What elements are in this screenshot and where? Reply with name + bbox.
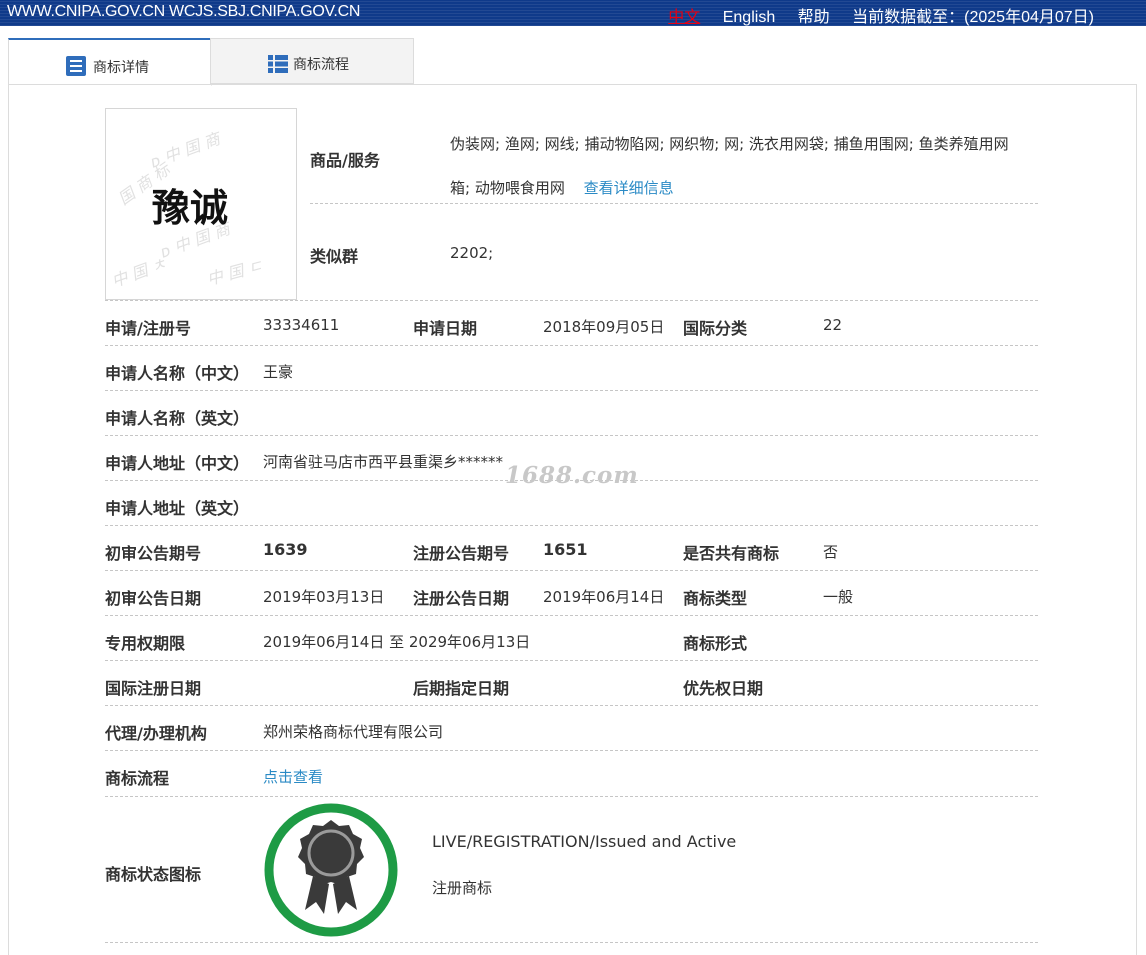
agent-label: 代理/办理机构	[105, 724, 207, 743]
divider	[105, 525, 1038, 526]
registered-status-icon	[264, 803, 398, 937]
divider	[105, 615, 1038, 616]
divider	[105, 750, 1038, 751]
lang-zh-link[interactable]: 中文	[668, 9, 700, 26]
trademark-image: ᴅ 中 国 商 国 商 标 ᴅ 中 国 商 中 国 ㅊ 中 国 ㄷ 豫诚	[105, 108, 297, 300]
address-cn-label: 申请人地址（中文）	[105, 454, 250, 473]
tab-trademark-detail[interactable]: 商标详情	[8, 38, 212, 86]
trademark-text: 豫诚	[152, 185, 229, 230]
tab-label: 商标详情	[93, 60, 149, 76]
shared-value: 否	[823, 543, 839, 561]
tm-type-label: 商标类型	[683, 589, 748, 608]
exclusive-label: 专用权期限	[105, 634, 186, 653]
goods-line-2-text: 箱; 动物喂食用网	[450, 179, 565, 197]
site-url[interactable]: WWW.CNIPA.GOV.CN WCJS.SBJ.CNIPA.GOV.CN	[7, 3, 360, 21]
goods-services-value: 伪装网; 渔网; 网线; 捕动物陷网; 网织物; 网; 洗衣用网袋; 捕鱼用围网…	[450, 122, 1040, 210]
lang-en-link[interactable]: English	[723, 9, 775, 26]
process-view-link[interactable]: 点击查看	[263, 766, 323, 787]
status-cn-value: 注册商标	[432, 879, 493, 897]
exclusive-value: 2019年06月14日 至 2029年06月13日	[263, 633, 531, 651]
intl-reg-date-label: 国际注册日期	[105, 679, 202, 698]
data-cutoff: 当前数据截至：(2025年04月07日)	[852, 9, 1094, 26]
prelim-date-label: 初审公告日期	[105, 589, 202, 608]
similar-group-value: 2202;	[450, 244, 494, 262]
top-right-links: 中文 English 帮助 当前数据截至：(2025年04月07日)	[668, 3, 1094, 27]
divider	[105, 942, 1038, 943]
later-date-label: 后期指定日期	[413, 679, 510, 698]
divider	[105, 570, 1038, 571]
reg-no-value: 33334611	[263, 316, 340, 334]
intl-class-label: 国际分类	[683, 319, 748, 338]
similar-group-label: 类似群	[310, 247, 359, 266]
goods-line-1: 伪装网; 渔网; 网线; 捕动物陷网; 网织物; 网; 洗衣用网袋; 捕鱼用围网…	[450, 135, 1009, 153]
view-detail-link[interactable]: 查看详细信息	[584, 179, 674, 197]
reg-pub-date-label: 注册公告日期	[413, 589, 510, 608]
applicant-cn-value: 王豪	[263, 363, 294, 381]
prelim-date-value: 2019年03月13日	[263, 588, 385, 606]
address-en-label: 申请人地址（英文）	[105, 499, 250, 518]
divider	[105, 435, 1038, 436]
help-link[interactable]: 帮助	[798, 9, 830, 26]
grid-list-icon	[268, 55, 288, 73]
divider	[105, 660, 1038, 661]
status-icon-label: 商标状态图标	[105, 865, 202, 884]
app-date-label: 申请日期	[413, 319, 478, 338]
divider	[105, 390, 1038, 391]
reg-pub-date-value: 2019年06月14日	[543, 588, 665, 606]
divider	[105, 300, 1038, 301]
divider	[105, 345, 1038, 346]
reg-pub-no-value: 1651	[543, 540, 588, 559]
divider	[105, 705, 1038, 706]
top-bar: WWW.CNIPA.GOV.CN WCJS.SBJ.CNIPA.GOV.CN 中…	[0, 0, 1146, 26]
applicant-en-label: 申请人名称（英文）	[105, 409, 250, 428]
status-en-value: LIVE/REGISTRATION/Issued and Active	[432, 832, 737, 851]
tm-form-label: 商标形式	[683, 634, 748, 653]
address-cn-value: 河南省驻马店市西平县重渠乡******	[263, 453, 504, 471]
intl-class-value: 22	[823, 316, 843, 334]
prelim-no-value: 1639	[263, 540, 308, 559]
prelim-no-label: 初审公告期号	[105, 544, 202, 563]
divider	[105, 796, 1038, 797]
divider	[310, 203, 1038, 204]
priority-date-label: 优先权日期	[683, 679, 764, 698]
shared-label: 是否共有商标	[683, 544, 780, 563]
agent-value: 郑州荣格商标代理有限公司	[263, 723, 444, 741]
process-label: 商标流程	[105, 769, 170, 788]
detail-list-icon	[66, 56, 86, 76]
applicant-cn-label: 申请人名称（中文）	[105, 364, 250, 383]
tab-trademark-process[interactable]: 商标流程	[210, 38, 414, 84]
goods-services-label: 商品/服务	[310, 151, 380, 170]
tab-label: 商标流程	[293, 57, 349, 73]
app-date-value: 2018年09月05日	[543, 318, 665, 336]
reg-no-label: 申请/注册号	[105, 319, 191, 338]
reg-pub-no-label: 注册公告期号	[413, 544, 510, 563]
tm-type-value: 一般	[823, 588, 854, 606]
overlay-watermark: 1688.com	[505, 462, 639, 489]
